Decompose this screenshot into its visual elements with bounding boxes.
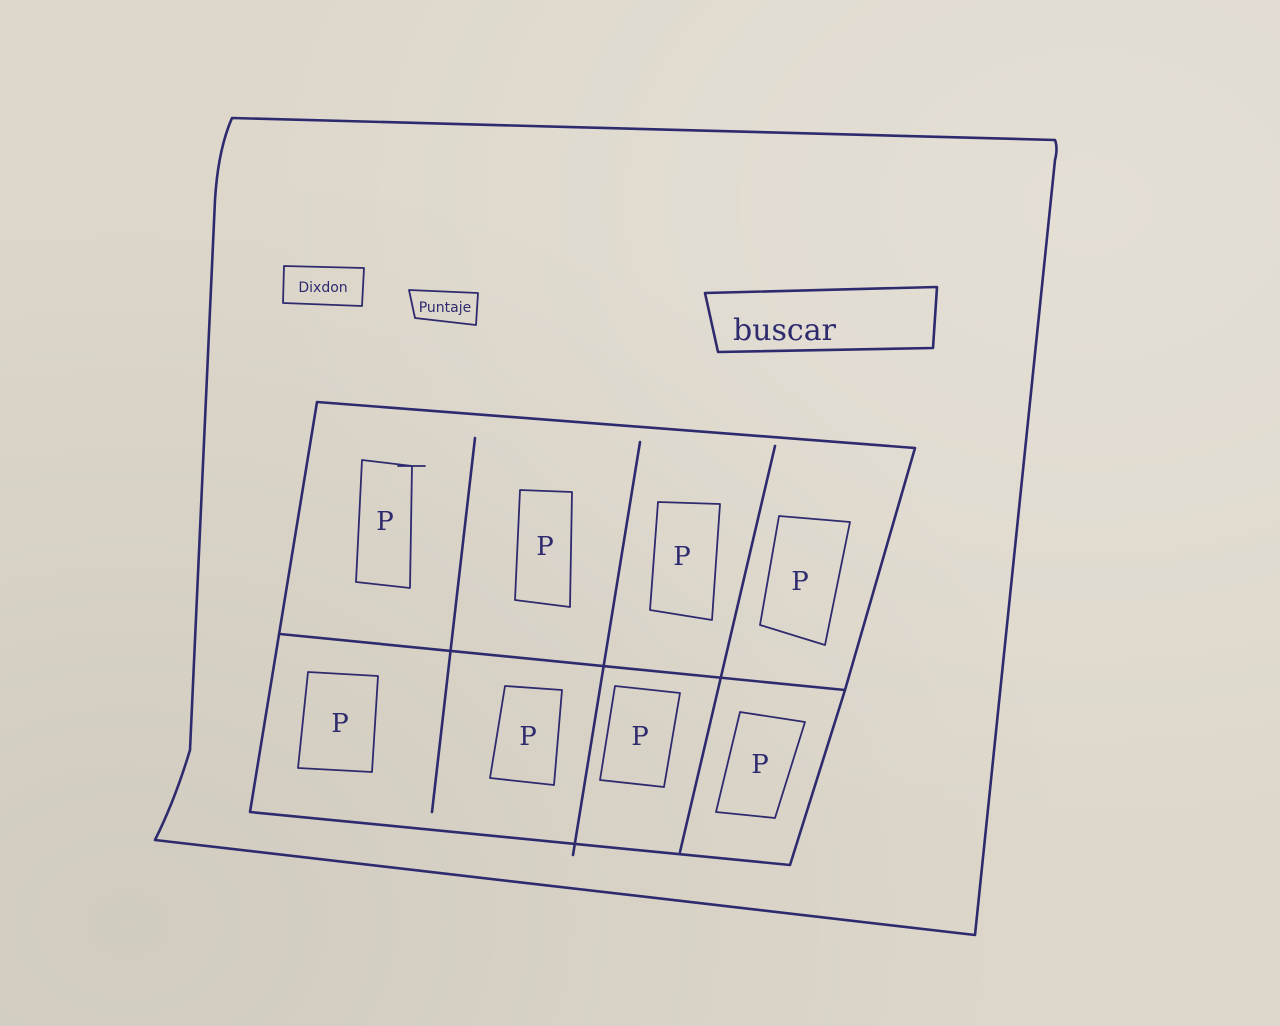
card-label: P — [631, 722, 649, 752]
card-item[interactable]: P — [297, 671, 379, 773]
dixdon-button[interactable]: Dixdon — [282, 265, 365, 307]
search-input[interactable]: buscar — [703, 285, 939, 354]
card-item[interactable]: P — [489, 685, 563, 786]
card-item[interactable]: P — [759, 515, 851, 646]
card-item[interactable]: P — [715, 711, 806, 819]
puntaje-button[interactable]: Puntaje — [408, 289, 479, 326]
card-item[interactable]: P — [514, 489, 573, 608]
card-label: P — [536, 532, 554, 562]
card-label: P — [751, 750, 769, 780]
card-item[interactable]: P — [649, 501, 721, 621]
card-item[interactable]: P — [599, 685, 681, 788]
window-frame — [153, 116, 1058, 937]
card-item[interactable]: P — [355, 459, 426, 589]
card-label: P — [519, 722, 537, 752]
card-label: P — [331, 709, 349, 739]
card-label: P — [376, 507, 394, 537]
dixdon-button-label: Dixdon — [298, 280, 347, 296]
card-grid — [248, 400, 917, 867]
card-label: P — [673, 542, 691, 572]
search-placeholder: buscar — [733, 313, 837, 348]
sketch-canvas: Dixdon Puntaje buscar P P P P P P P P — [153, 116, 1058, 937]
card-label: P — [791, 567, 809, 597]
puntaje-button-label: Puntaje — [419, 300, 472, 316]
